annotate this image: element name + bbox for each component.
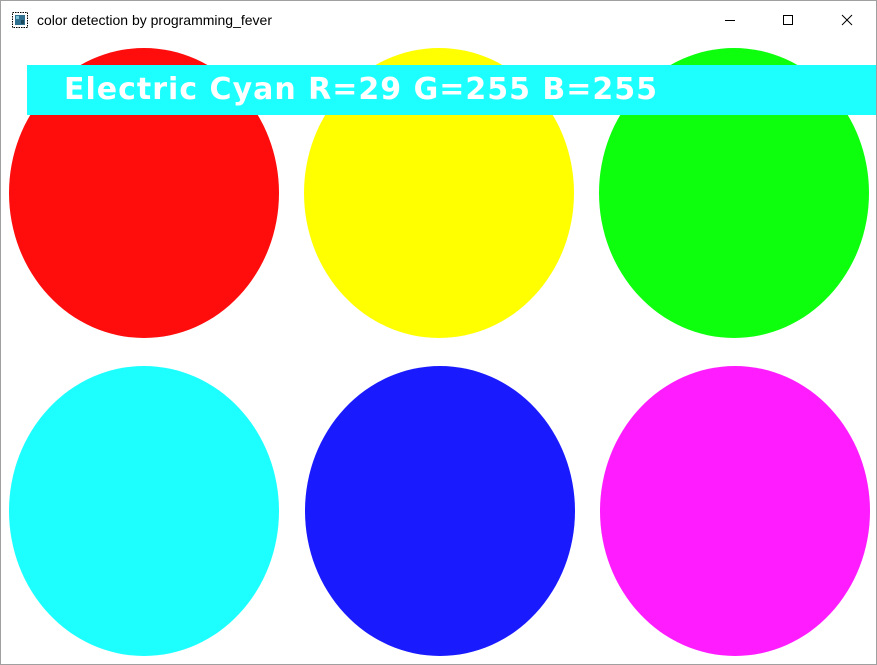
minimize-button[interactable]	[701, 1, 759, 39]
window-title: color detection by programming_fever	[37, 12, 273, 28]
detected-color-label: Electric Cyan R=29 G=255 B=255	[64, 72, 659, 107]
close-icon	[841, 14, 853, 26]
minimize-icon	[725, 20, 735, 21]
cyan-circle[interactable]	[9, 366, 279, 656]
detected-color-banner: Electric Cyan R=29 G=255 B=255	[27, 65, 876, 115]
app-window-icon	[12, 12, 28, 28]
maximize-button[interactable]	[759, 1, 817, 39]
close-button[interactable]	[818, 1, 876, 39]
maximize-icon	[783, 15, 793, 25]
blue-circle[interactable]	[305, 366, 575, 656]
magenta-circle[interactable]	[600, 366, 870, 656]
app-window: color detection by programming_fever Ele…	[0, 0, 877, 665]
image-canvas[interactable]: Electric Cyan R=29 G=255 B=255	[1, 39, 876, 664]
title-bar[interactable]: color detection by programming_fever	[1, 1, 876, 39]
